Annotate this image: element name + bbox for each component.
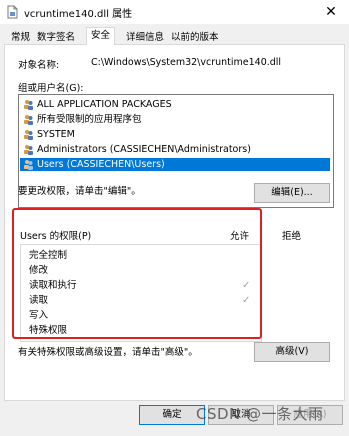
edit-button[interactable]: 编辑(E)... xyxy=(254,183,330,203)
group-icon xyxy=(24,100,33,110)
edit-hint: 要更改权限，请单击"编辑"。 xyxy=(18,186,141,197)
object-name-label: 对象名称: xyxy=(18,60,60,71)
group-icon xyxy=(24,115,33,125)
group-icon xyxy=(24,130,33,140)
deny-column-header: 拒绝 xyxy=(282,231,302,242)
properties-window: vcruntime140.dll 属性 ✕ 常规 数字签名 安全 详细信息 以前… xyxy=(0,0,349,436)
list-item[interactable]: ALL APPLICATION PACKAGES xyxy=(20,98,330,111)
list-item-label: 所有受限制的应用程序包 xyxy=(37,114,142,125)
group-icon xyxy=(24,145,33,155)
watermark: CSDN @一条大雨 xyxy=(196,405,324,423)
object-name-value: C:\Windows\System32\vcruntime140.dll xyxy=(91,57,282,68)
groups-label: 组或用户名(G): xyxy=(18,83,84,94)
group-icon xyxy=(24,160,33,170)
tab-strip: 常规 数字签名 安全 详细信息 以前的版本 xyxy=(0,27,349,45)
close-icon[interactable]: ✕ xyxy=(317,0,345,24)
list-item-selected[interactable]: Users (CASSIECHEN\Users) xyxy=(20,158,330,171)
highlight-annotation xyxy=(12,208,262,339)
list-item[interactable]: Administrators (CASSIECHEN\Administrator… xyxy=(20,143,330,156)
title-bar: vcruntime140.dll 属性 ✕ xyxy=(0,0,349,24)
window-title: vcruntime140.dll 属性 xyxy=(24,9,133,20)
list-item-label: ALL APPLICATION PACKAGES xyxy=(37,99,172,110)
list-item[interactable]: SYSTEM xyxy=(20,128,330,141)
list-item[interactable]: 所有受限制的应用程序包 xyxy=(20,113,330,126)
file-icon xyxy=(7,5,18,19)
tab-security[interactable]: 安全 xyxy=(86,27,116,45)
list-item-label: Users (CASSIECHEN\Users) xyxy=(37,159,165,170)
list-item-label: SYSTEM xyxy=(37,129,75,140)
advanced-hint: 有关特殊权限或高级设置，请单击"高级"。 xyxy=(18,347,198,358)
list-item-label: Administrators (CASSIECHEN\Administrator… xyxy=(37,144,251,155)
advanced-button[interactable]: 高级(V) xyxy=(254,342,330,362)
